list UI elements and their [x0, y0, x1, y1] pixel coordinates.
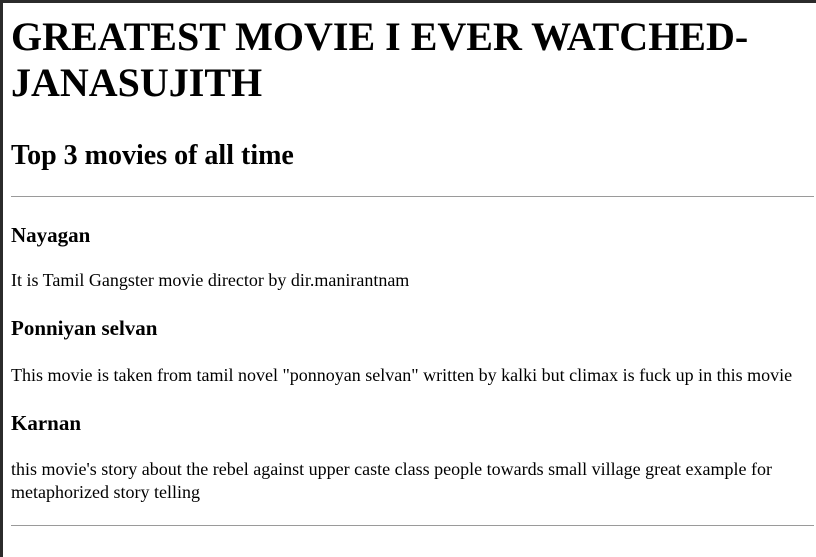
movie-title: Ponniyan selvan — [11, 316, 158, 340]
movie-description: It is Tamil Gangster movie director by d… — [11, 270, 410, 290]
movie-description: this movie's story about the rebel again… — [11, 459, 773, 502]
divider-bottom — [11, 525, 814, 526]
movie-description: This movie is taken from tamil novel "po… — [11, 365, 793, 385]
movie-title: Karnan — [11, 411, 82, 435]
movie-item-karnan: Karnan this movie's story about the rebe… — [11, 411, 814, 504]
page-content: GREATEST MOVIE I EVER WATCHED-JANASUJITH… — [11, 0, 814, 526]
movie-title: Nayagan — [11, 223, 91, 247]
movie-item-nayagan: Nayagan It is Tamil Gangster movie direc… — [11, 223, 814, 292]
page-title: GREATEST MOVIE I EVER WATCHED-JANASUJITH — [11, 14, 749, 105]
page-subtitle: Top 3 movies of all time — [11, 140, 294, 171]
window-frame-left — [0, 0, 3, 557]
divider-top — [11, 196, 814, 197]
movie-item-ponniyan-selvan: Ponniyan selvan This movie is taken from… — [11, 316, 814, 387]
